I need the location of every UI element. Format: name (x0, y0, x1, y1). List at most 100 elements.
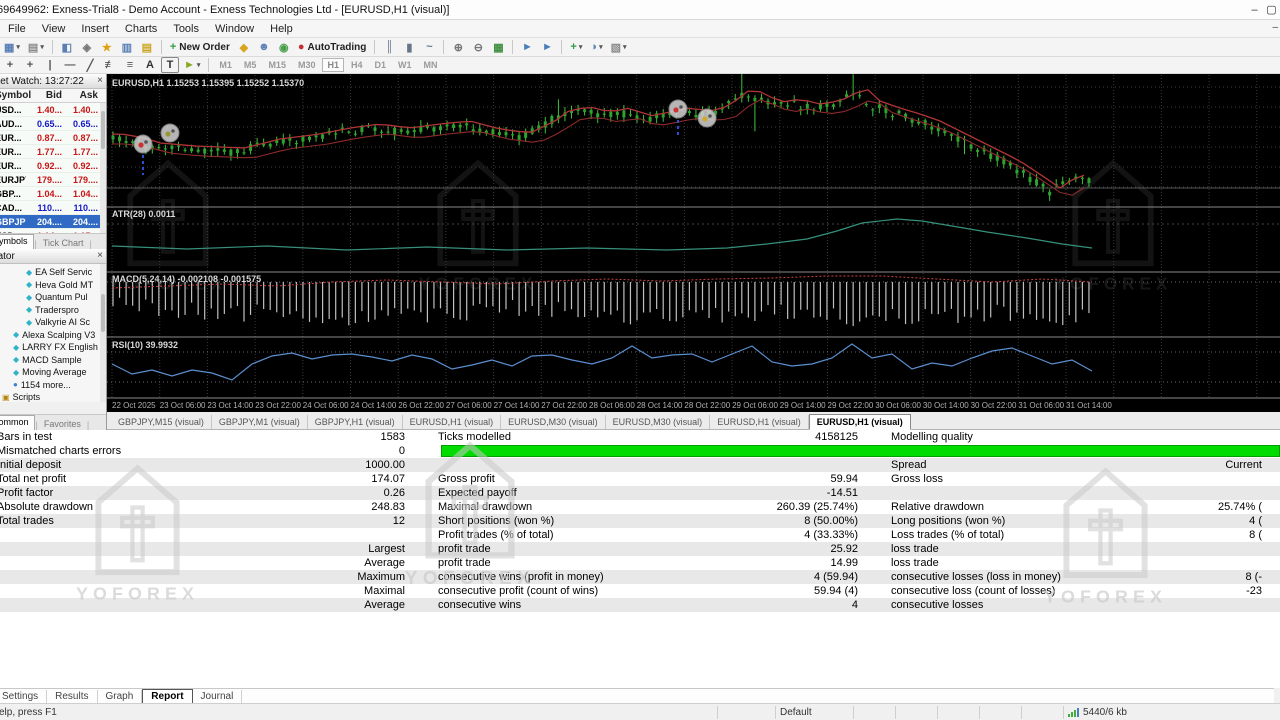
market-watch-close-icon[interactable]: × (97, 75, 103, 86)
market-watch-icon[interactable]: ▤ (138, 39, 156, 55)
fibonacci-tool-icon[interactable]: ≢ (101, 57, 119, 73)
market-watch-scrollbar[interactable] (100, 103, 106, 233)
navigator-item[interactable]: ◆MACD Sample (0, 354, 106, 367)
market-watch-row[interactable]: EURJPY179....179.... (0, 173, 106, 187)
child-minimize-icon[interactable]: – (1272, 22, 1278, 33)
menu-charts[interactable]: Charts (117, 21, 165, 37)
vertical-line-tool-icon[interactable]: | (41, 57, 59, 73)
menu-view[interactable]: View (34, 21, 74, 37)
metaeditor-icon[interactable]: ☻ (255, 39, 273, 55)
chart-tab[interactable]: EURUSD,H1 (visual) (403, 415, 502, 429)
market-watch-row[interactable]: CAD...110....110.... (0, 201, 106, 215)
column-bid[interactable]: Bid (26, 90, 62, 101)
auto-scroll-icon[interactable]: ◈ (78, 39, 96, 55)
menu-help[interactable]: Help (262, 21, 301, 37)
tester-tab-graph[interactable]: Graph (98, 690, 143, 703)
market-watch-row[interactable]: AUD...0.65...0.65... (0, 117, 106, 131)
market-watch-row[interactable]: EUR...0.92...0.92... (0, 159, 106, 173)
timeframe-h4[interactable]: H4 (346, 58, 368, 72)
period-dropdown[interactable]: ◑▾ (587, 39, 605, 55)
tile-windows-icon[interactable]: ▦ (489, 39, 507, 55)
timeframe-h1[interactable]: H1 (322, 58, 344, 72)
tab-common[interactable]: Common (0, 415, 35, 430)
tab-symbols[interactable]: Symbols (0, 234, 34, 249)
timeframe-w1[interactable]: W1 (393, 58, 417, 72)
horizontal-line-tool-icon[interactable]: — (61, 57, 79, 73)
navigator-close-icon[interactable]: × (97, 250, 103, 261)
column-ask[interactable]: Ask (62, 90, 98, 101)
maximize-button[interactable]: ▢ (1263, 0, 1280, 19)
text-tool-icon[interactable]: A (141, 57, 159, 73)
chart-area[interactable]: YOFOREXYOFOREXYOFOREX22 Oct 202523 Oct 0… (107, 74, 1280, 412)
trendline-tool-icon[interactable]: ╱ (81, 57, 99, 73)
navigator-item[interactable]: ◆EA Self Servic (0, 266, 106, 279)
menu-tools[interactable]: Tools (165, 21, 207, 37)
tester-chart-icon[interactable]: ► (518, 39, 536, 55)
tab-favorites[interactable]: Favorites (39, 418, 86, 430)
channels-tool-icon[interactable]: ≡ (121, 57, 139, 73)
tester-report-icon[interactable]: ► (538, 39, 556, 55)
market-watch-row[interactable]: GBP...1.04...1.04... (0, 187, 106, 201)
navigator-item[interactable]: ◆Traderspro (0, 304, 106, 317)
chart-tab[interactable]: GBPJPY,M1 (visual) (212, 415, 308, 429)
navigator-item[interactable]: ◆Valkyrie AI Sc (0, 316, 106, 329)
chart-tab[interactable]: EURUSD,M30 (visual) (501, 415, 606, 429)
timeframe-d1[interactable]: D1 (370, 58, 392, 72)
add-object-dropdown[interactable]: +▾ (567, 39, 585, 55)
autotrading-button[interactable]: ●AutoTrading (295, 39, 370, 55)
crosshair-tool-icon[interactable]: + (21, 57, 39, 73)
chart-tab[interactable]: GBPJPY,H1 (visual) (308, 415, 403, 429)
timeframe-m15[interactable]: M15 (263, 58, 291, 72)
navigator-item[interactable]: ◆Heva Gold MT (0, 279, 106, 292)
label-tool-icon[interactable]: T (161, 57, 179, 73)
indicators-icon[interactable]: ◆ (235, 39, 253, 55)
market-watch-row[interactable]: GBPJPY204....204.... (0, 215, 106, 229)
candlestick-chart-icon[interactable]: ▮ (400, 39, 418, 55)
favorites-icon[interactable]: ★ (98, 39, 116, 55)
timeframe-m1[interactable]: M1 (214, 58, 237, 72)
new-chart-dropdown[interactable]: ▦▾ (1, 39, 23, 55)
chart-tab[interactable]: EURUSD,H1 (visual) (809, 414, 911, 430)
navigator-item[interactable]: ◆Quantum Pul (0, 291, 106, 304)
tester-tab-journal[interactable]: Journal (193, 690, 243, 703)
line-chart-icon[interactable]: ~ (420, 39, 438, 55)
navigator-item[interactable]: ◆LARRY FX English (0, 341, 106, 354)
zoom-in-icon[interactable]: ⊕ (449, 39, 467, 55)
navigator-item[interactable]: ●1154 more... (0, 379, 106, 392)
market-watch-row[interactable]: EUR...0.87...0.87... (0, 131, 106, 145)
chart-shift-icon[interactable]: ◧ (58, 39, 76, 55)
template-dropdown[interactable]: ▧▾ (608, 39, 630, 55)
market-watch-row[interactable]: USD...1.14...1.15... (0, 229, 106, 233)
navigator-item[interactable]: ▣Scripts (0, 391, 106, 402)
arrows-tool-dropdown[interactable]: ►▾ (181, 57, 203, 73)
tester-tab-results[interactable]: Results (47, 690, 97, 703)
minimize-button[interactable]: – (1246, 0, 1263, 19)
chart-tab[interactable]: EURUSD,H1 (visual) (710, 415, 809, 429)
tab-tick-chart[interactable]: Tick Chart (38, 237, 89, 249)
timeframe-m5[interactable]: M5 (239, 58, 262, 72)
column-symbol[interactable]: Symbol (0, 90, 26, 101)
zoom-out-icon[interactable]: ⊖ (469, 39, 487, 55)
menu-insert[interactable]: Insert (73, 21, 117, 37)
navigator-item[interactable]: ◆Moving Average (0, 366, 106, 379)
menu-window[interactable]: Window (207, 21, 262, 37)
chart-tab[interactable]: GBPJPY,M15 (visual) (111, 415, 212, 429)
menu-file[interactable]: File (0, 21, 34, 37)
cursor-tool-icon[interactable]: + (1, 57, 19, 73)
chart-tab[interactable]: EURUSD,M30 (visual) (606, 415, 711, 429)
timeframe-m30[interactable]: M30 (293, 58, 321, 72)
navigator-scrollbar[interactable] (100, 264, 106, 402)
timeframe-mn[interactable]: MN (419, 58, 443, 72)
navigator-item[interactable]: ◆Alexa Scalping V3 (0, 329, 106, 342)
new-order-button[interactable]: +New Order (167, 39, 233, 55)
options-icon[interactable]: ◉ (275, 39, 293, 55)
market-watch-row[interactable]: EUR...1.77...1.77... (0, 145, 106, 159)
profiles-dropdown[interactable]: ▤▾ (25, 39, 47, 55)
tester-tab-settings[interactable]: Settings (0, 690, 47, 703)
bar-chart-icon[interactable]: ║ (380, 39, 398, 55)
data-window-icon[interactable]: ▥ (118, 39, 136, 55)
report-cell: Bars in test (0, 431, 330, 443)
market-watch-row[interactable]: USD...1.40...1.40... (0, 103, 106, 117)
status-profile[interactable]: Default (776, 706, 854, 719)
tester-tab-report[interactable]: Report (142, 689, 192, 704)
